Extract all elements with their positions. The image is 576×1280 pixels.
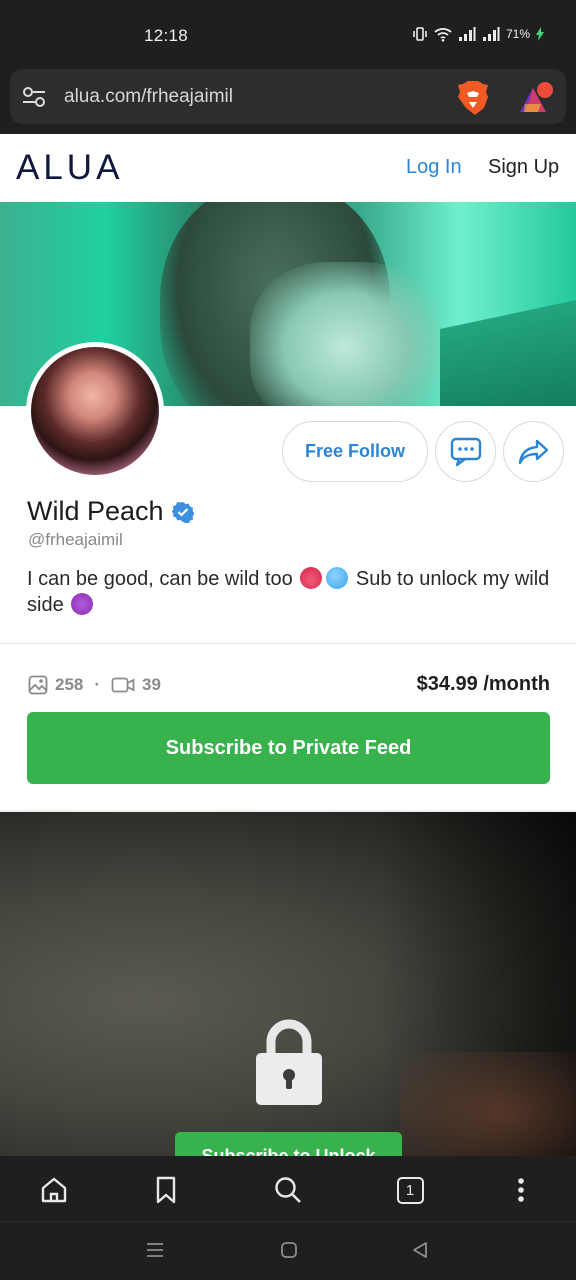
- bio-text-1: I can be good, can be wild too: [27, 568, 293, 590]
- system-nav-bar: [0, 1221, 576, 1280]
- alua-logo[interactable]: ALUA: [16, 148, 123, 188]
- battery-percent: 71%: [506, 27, 531, 41]
- vibrate-icon: [413, 27, 427, 41]
- bio: I can be good, can be wild too Sub to un…: [27, 566, 557, 618]
- avatar-image: [31, 347, 159, 475]
- bookmark-icon: [156, 1176, 176, 1204]
- status-icons: 71%: [412, 26, 545, 42]
- signal-icon-1: [459, 27, 476, 41]
- display-name: Wild Peach: [27, 496, 194, 527]
- search-button[interactable]: [271, 1173, 305, 1207]
- login-link[interactable]: Log In: [406, 156, 462, 179]
- cover-photo-highlight: [250, 262, 440, 406]
- locked-post[interactable]: Subscribe to Unlock: [0, 812, 576, 1157]
- wifi-icon: [434, 28, 452, 42]
- signup-link[interactable]: Sign Up: [488, 156, 559, 179]
- verified-badge-icon: [171, 501, 194, 523]
- page: 12:18 71% alua.com/frheajaimil ALUA Log …: [0, 0, 576, 1280]
- message-button[interactable]: [435, 421, 496, 482]
- home-nav-icon[interactable]: [279, 1240, 299, 1260]
- signal-icon-2: [483, 27, 500, 41]
- charging-icon: [536, 27, 545, 41]
- search-icon: [275, 1177, 301, 1203]
- home-icon: [41, 1177, 67, 1203]
- back-icon[interactable]: [410, 1240, 430, 1260]
- username: @frheajaimil: [28, 530, 123, 549]
- image-icon: [28, 675, 48, 695]
- subscription-price: $34.99 /month: [416, 673, 550, 695]
- chat-bubble-icon: [450, 437, 481, 466]
- tab-count: 1: [405, 1181, 415, 1199]
- stats-separator: ·: [94, 675, 101, 694]
- site-settings-icon[interactable]: [22, 86, 46, 108]
- brave-rewards-icon[interactable]: [516, 80, 556, 116]
- url-text[interactable]: alua.com/frheajaimil: [64, 86, 233, 108]
- more-vert-icon: [518, 1178, 524, 1202]
- address-bar[interactable]: alua.com/frheajaimil: [10, 69, 566, 124]
- photo-count: 258: [55, 675, 84, 694]
- share-arrow-icon: [518, 439, 548, 464]
- browser-toolbar: alua.com/frheajaimil: [0, 64, 576, 134]
- recent-apps-icon[interactable]: [145, 1240, 165, 1260]
- bookmarks-button[interactable]: [149, 1173, 183, 1207]
- share-button[interactable]: [503, 421, 564, 482]
- video-count: 39: [142, 675, 161, 694]
- tabs-button[interactable]: 1: [393, 1173, 427, 1207]
- status-time: 12:18: [144, 26, 189, 45]
- free-follow-button[interactable]: Free Follow: [282, 421, 428, 482]
- display-name-text: Wild Peach: [27, 496, 164, 526]
- tongue-emoji-icon: [300, 567, 323, 589]
- status-bar: 12:18 71%: [0, 0, 576, 64]
- tabs-icon: 1: [396, 1176, 424, 1204]
- home-button[interactable]: [37, 1173, 71, 1207]
- more-menu-button[interactable]: [504, 1173, 538, 1207]
- video-icon: [111, 677, 135, 693]
- media-stats: 258 · 39: [28, 675, 161, 695]
- droplets-emoji-icon: [326, 567, 349, 589]
- locked-post-glow: [400, 1052, 576, 1157]
- devil-emoji-icon: [71, 593, 94, 615]
- brave-shields-icon[interactable]: [456, 80, 490, 116]
- site-header: ALUA Log In Sign Up: [0, 134, 576, 202]
- cover-photo-floor: [440, 294, 576, 406]
- divider: [0, 643, 576, 644]
- browser-bottom-toolbar: 1: [0, 1156, 576, 1221]
- subscribe-button[interactable]: Subscribe to Private Feed: [27, 712, 550, 784]
- avatar[interactable]: [26, 342, 164, 480]
- lock-icon: [256, 1019, 322, 1105]
- subscribe-to-unlock-button[interactable]: Subscribe to Unlock: [175, 1132, 402, 1157]
